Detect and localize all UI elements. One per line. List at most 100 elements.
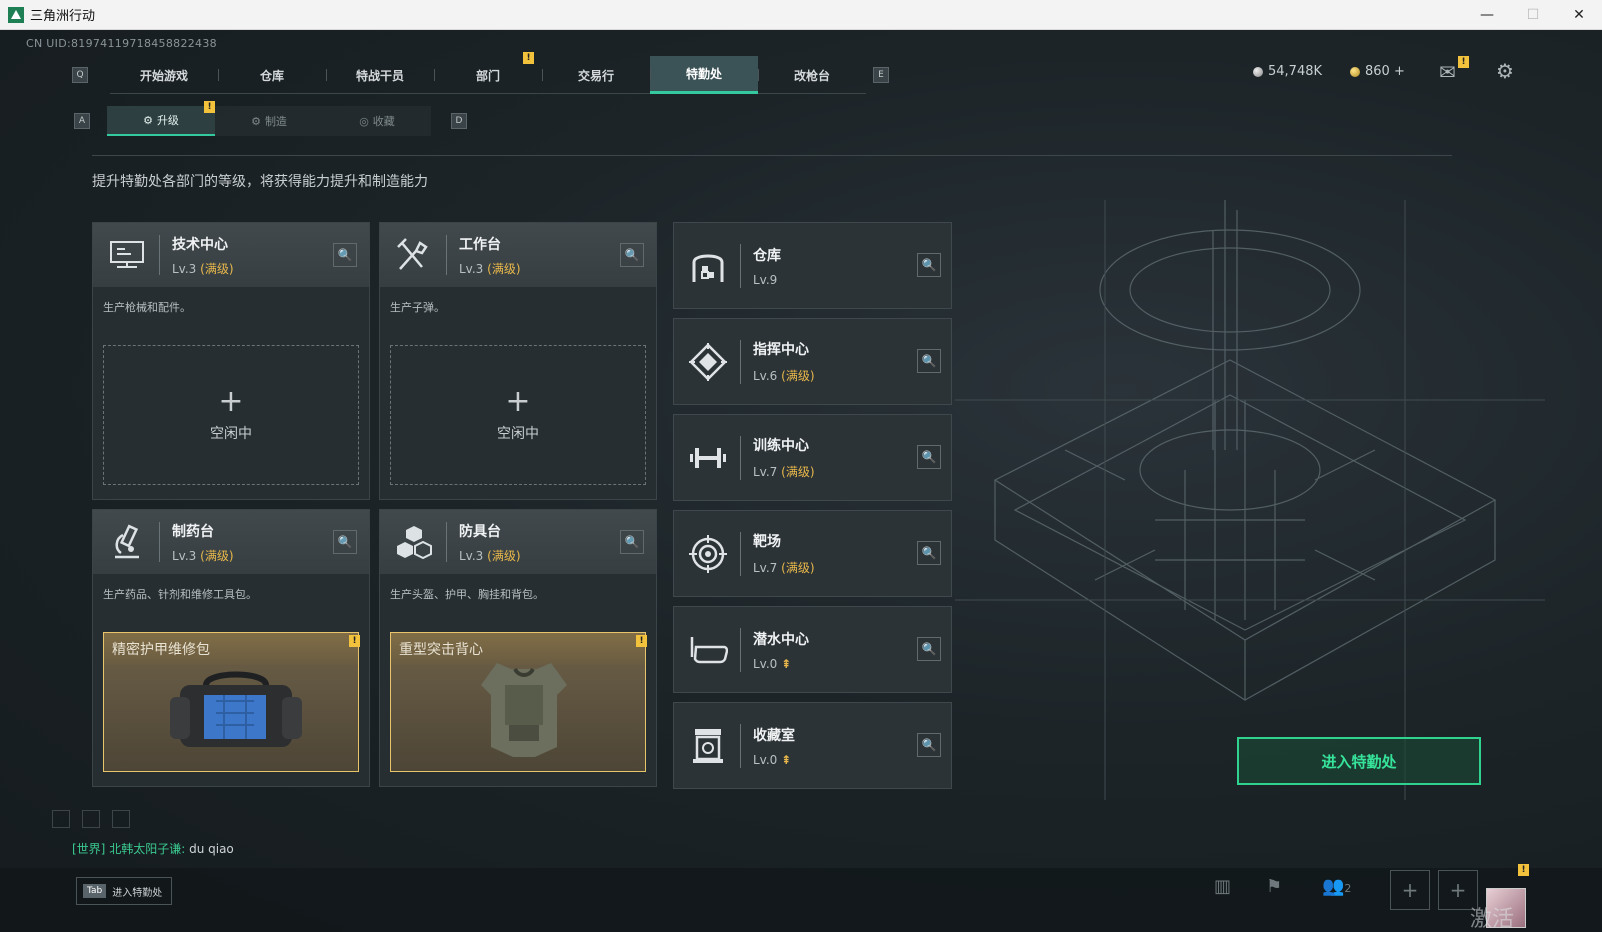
inspect-search-icon[interactable]: 🔍 xyxy=(333,530,357,554)
world-chat-line[interactable]: [世界] 北韩太阳子谦: du qiao xyxy=(72,840,234,857)
facility-name: 潜水中心 xyxy=(753,631,809,648)
workstation-card-armor[interactable]: 防具台 Lv.3 (满级) 🔍 生产头盔、护甲、胸挂和背包。 重型突击背心 ! xyxy=(379,509,657,787)
subtab-upgrade[interactable]: ⚙ 升级 xyxy=(107,106,215,136)
inspect-search-icon[interactable]: 🔍 xyxy=(917,637,941,661)
workstation-card-tech-center[interactable]: 技术中心 Lv.3 (满级) 🔍 生产枪械和配件。 + 空闲中 xyxy=(92,222,370,500)
tab-trade[interactable]: 交易行 xyxy=(542,56,650,94)
windows-activation-watermark: 激活 Windows xyxy=(1470,907,1515,932)
max-level-badge: (满级) xyxy=(781,561,815,575)
production-slot-empty[interactable]: + 空闲中 xyxy=(103,345,359,485)
facility-name: 收藏室 xyxy=(753,727,795,744)
workstation-level: Lv.3 xyxy=(172,548,197,563)
window-title: 三角洲行动 xyxy=(30,9,96,24)
armor-cubes-icon xyxy=(388,516,440,568)
gold-amount: 860 + xyxy=(1365,64,1405,79)
tab-start-game[interactable]: 开始游戏 xyxy=(110,56,218,94)
nav-prev-key-hint: Q xyxy=(72,67,88,83)
maximize-button[interactable]: ☐ xyxy=(1510,0,1556,30)
facility-card-shooting-range[interactable]: 靶场 Lv.7 (满级) 🔍 xyxy=(673,510,952,597)
subtab-craft[interactable]: ⚙ 制造 xyxy=(215,106,323,136)
settings-gear-icon[interactable]: ⚙ xyxy=(1496,59,1514,83)
monitor-icon xyxy=(101,229,153,281)
subtab-next-key-hint: D xyxy=(451,113,467,129)
slot-status: 空闲中 xyxy=(210,426,252,442)
collection-room-icon xyxy=(682,720,734,772)
mail-icon[interactable]: ✉ xyxy=(1439,60,1456,84)
repair-kit-bag-icon xyxy=(170,671,302,747)
stats-chart-icon[interactable]: ▥ xyxy=(1214,876,1231,897)
workstation-card-pharmacy[interactable]: 制药台 Lv.3 (满级) 🔍 生产药品、针剂和维修工具包。 精密护甲维修包 ! xyxy=(92,509,370,787)
max-level-badge: (满级) xyxy=(487,548,521,563)
main-nav: 开始游戏 仓库 特战干员 部门 交易行 特勤处 改枪台 xyxy=(110,56,866,94)
page-description: 提升特勤处各部门的等级，将获得能力提升和制造能力 xyxy=(92,174,428,190)
minimize-button[interactable]: — xyxy=(1464,0,1510,30)
tools-icon xyxy=(388,229,440,281)
facility-card-diving-center[interactable]: 潜水中心 Lv.0 ⇞ 🔍 xyxy=(673,606,952,693)
gold-currency[interactable]: 860 + xyxy=(1350,64,1405,79)
tab-warehouse[interactable]: 仓库 xyxy=(218,56,326,94)
facility-card-training-center[interactable]: 训练中心 Lv.7 (满级) 🔍 xyxy=(673,414,952,501)
workstation-name: 防具台 xyxy=(459,523,501,540)
workstation-name: 技术中心 xyxy=(172,236,228,253)
divider xyxy=(92,155,1452,156)
tab-operators[interactable]: 特战干员 xyxy=(326,56,434,94)
friends-icon[interactable]: 👥2 xyxy=(1322,876,1351,897)
silver-currency[interactable]: 54,748K xyxy=(1253,64,1322,79)
facility-level: Lv.7 xyxy=(753,465,778,479)
tab-enter-special-ops-hint[interactable]: Tab 进入特勤处 xyxy=(76,877,172,905)
tab-special-ops[interactable]: 特勤处 xyxy=(650,56,758,94)
upgradable-arrow-icon: ⇞ xyxy=(781,656,792,671)
facility-level: Lv.7 xyxy=(753,561,778,575)
production-slot-item[interactable]: 重型突击背心 xyxy=(390,632,646,772)
add-plus-icon: + xyxy=(218,384,244,419)
slot-status: 空闲中 xyxy=(497,426,539,442)
inspect-search-icon[interactable]: 🔍 xyxy=(333,243,357,267)
department-alert-icon: ! xyxy=(523,52,534,64)
workstation-name: 制药台 xyxy=(172,523,214,540)
frame-corner xyxy=(82,810,100,828)
workstation-name: 工作台 xyxy=(459,236,501,253)
friends-count: 2 xyxy=(1344,882,1352,895)
enter-special-ops-button[interactable]: 进入特勤处 xyxy=(1237,737,1481,785)
facility-name: 靶场 xyxy=(753,534,781,550)
tab-gunsmith[interactable]: 改枪台 xyxy=(758,56,866,94)
workstation-description: 生产子弹。 xyxy=(390,301,445,314)
diving-mask-icon xyxy=(682,624,734,676)
production-slot-item[interactable]: 精密护甲维修包 xyxy=(103,632,359,772)
inspect-search-icon[interactable]: 🔍 xyxy=(917,541,941,565)
add-slot-button[interactable]: + xyxy=(1390,870,1430,910)
facility-card-warehouse[interactable]: 仓库 Lv.9 🔍 xyxy=(673,222,952,309)
facility-card-collection-room[interactable]: 收藏室 Lv.0 ⇞ 🔍 xyxy=(673,702,952,789)
warehouse-icon xyxy=(682,240,734,292)
subtab-collect-label: 收藏 xyxy=(372,115,395,128)
production-slot-empty[interactable]: + 空闲中 xyxy=(390,345,646,485)
inspect-search-icon[interactable]: 🔍 xyxy=(620,530,644,554)
facility-level: Lv.6 xyxy=(753,369,778,383)
tab-hint-label: 进入特勤处 xyxy=(112,887,163,899)
game-viewport: CN UID:81974119718458822438 Q 开始游戏 仓库 特战… xyxy=(0,30,1602,932)
inspect-search-icon[interactable]: 🔍 xyxy=(917,253,941,277)
frame-corner xyxy=(112,810,130,828)
base-blueprint-illustration xyxy=(955,200,1545,800)
avatar-alert-icon: ! xyxy=(1518,864,1529,876)
frame-corner xyxy=(52,810,70,828)
facility-level: Lv.9 xyxy=(753,272,778,287)
inspect-search-icon[interactable]: 🔍 xyxy=(917,445,941,469)
inspect-search-icon[interactable]: 🔍 xyxy=(917,733,941,757)
subtab-collect[interactable]: ◎ 收藏 xyxy=(323,106,431,136)
upgrade-icon: ⚙ xyxy=(143,113,153,127)
silver-coin-icon xyxy=(1253,66,1263,77)
workstation-card-workbench[interactable]: 工作台 Lv.3 (满级) 🔍 生产子弹。 + 空闲中 xyxy=(379,222,657,500)
inspect-search-icon[interactable]: 🔍 xyxy=(620,243,644,267)
flag-icon[interactable]: ⚑ xyxy=(1266,876,1282,897)
upgrade-alert-icon: ! xyxy=(204,101,215,113)
heavy-vest-icon xyxy=(481,663,567,757)
close-button[interactable]: ✕ xyxy=(1556,0,1602,30)
inspect-search-icon[interactable]: 🔍 xyxy=(917,349,941,373)
chat-channel: [世界] xyxy=(72,842,106,856)
player-uid: CN UID:81974119718458822438 xyxy=(26,37,217,50)
item-alert-icon: ! xyxy=(349,635,360,647)
facility-card-command-center[interactable]: 指挥中心 Lv.6 (满级) 🔍 xyxy=(673,318,952,405)
max-level-badge: (满级) xyxy=(781,465,815,479)
facility-name: 训练中心 xyxy=(753,438,809,454)
